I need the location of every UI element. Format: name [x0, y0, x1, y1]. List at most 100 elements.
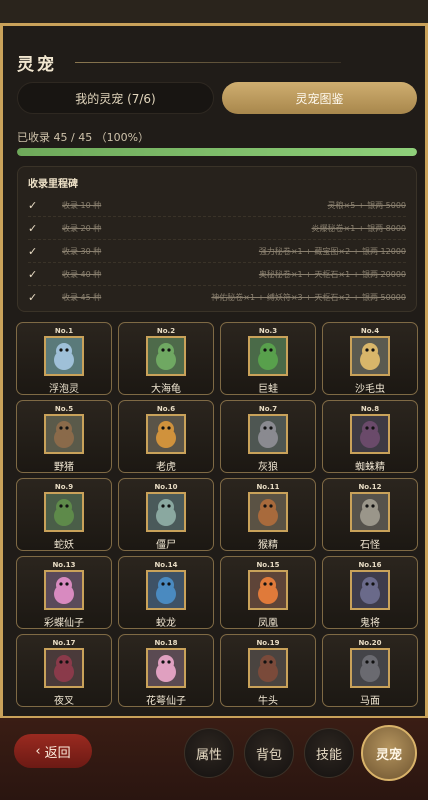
top-border	[0, 0, 428, 26]
pet-card[interactable]: No.12 石怪	[322, 478, 418, 551]
pet-portrait	[248, 648, 288, 688]
milestone-reward: 炎爆秘卷×1 + 银两 8000	[311, 223, 406, 233]
pet-sprite-icon	[54, 577, 74, 604]
page-title: 灵宠	[17, 54, 57, 75]
pet-name: 猴精	[258, 540, 278, 551]
nav-pets-button[interactable]: 灵宠	[361, 725, 417, 781]
pet-portrait	[44, 570, 84, 610]
nav-skills-button[interactable]: 技能	[304, 728, 354, 778]
collection-progress-bar	[17, 148, 417, 156]
milestone-reward: 强力秘卷×1 + 藏宝图×2 + 银两 12000	[258, 246, 406, 256]
pet-codex-grid: No.1 浮泡灵 No.2 大海龟 No.3 巨蛙 No.4 沙毛虫 No.5 野猪 No.6 老虎 N…	[16, 322, 418, 707]
pet-name: 蜘蛛精	[355, 462, 385, 473]
pet-card[interactable]: No.11 猴精	[220, 478, 316, 551]
pet-sprite-icon	[54, 499, 74, 526]
bottom-nav-bar: ‹ 返回 属性 背包 技能 灵宠	[0, 716, 428, 800]
milestone-reward: 灵粮×5 + 银两 5000	[327, 200, 406, 210]
pet-portrait	[44, 648, 84, 688]
pet-sprite-icon	[360, 655, 380, 682]
pet-sprite-icon	[156, 421, 176, 448]
pet-portrait	[350, 414, 390, 454]
pet-portrait	[146, 492, 186, 532]
chevron-left-icon: ‹	[35, 743, 41, 759]
pet-card[interactable]: No.2 大海龟	[118, 322, 214, 395]
pet-name: 花萼仙子	[146, 696, 186, 707]
pet-number: No.9	[54, 483, 74, 491]
pet-sprite-icon	[258, 421, 278, 448]
pet-card[interactable]: No.18 花萼仙子	[118, 634, 214, 707]
pet-name: 蛇妖	[54, 540, 74, 551]
milestone-requirement: 收录 30 种	[62, 246, 102, 256]
milestones-title: 收录里程碑	[28, 179, 78, 190]
milestone-requirement: 收录 40 种	[62, 269, 102, 279]
pet-card[interactable]: No.13 彩蝶仙子	[16, 556, 112, 629]
milestone-row: ✓ 收录 20 种 炎爆秘卷×1 + 银两 8000	[28, 217, 406, 240]
pet-sprite-icon	[156, 499, 176, 526]
pet-number: No.7	[258, 405, 278, 413]
pet-card[interactable]: No.3 巨蛙	[220, 322, 316, 395]
pet-name: 巨蛙	[258, 384, 278, 395]
pet-name: 彩蝶仙子	[44, 618, 84, 629]
pet-panel: 灵宠 我的灵宠 (7/6) 灵宠图鉴 已收录 45 / 45 （100%） 收录…	[0, 26, 428, 716]
pet-portrait	[350, 570, 390, 610]
milestone-requirement: 收录 20 种	[62, 223, 102, 233]
pet-card[interactable]: No.16 鬼将	[322, 556, 418, 629]
pet-sprite-icon	[156, 577, 176, 604]
pet-portrait	[44, 336, 84, 376]
pet-number: No.5	[54, 405, 74, 413]
pet-sprite-icon	[156, 343, 176, 370]
pet-card[interactable]: No.7 灰狼	[220, 400, 316, 473]
pet-number: No.14	[154, 561, 178, 569]
pet-sprite-icon	[360, 343, 380, 370]
pet-name: 马面	[360, 696, 380, 707]
pet-name: 僵尸	[156, 540, 176, 551]
pet-card[interactable]: No.4 沙毛虫	[322, 322, 418, 395]
pet-card[interactable]: No.6 老虎	[118, 400, 214, 473]
pet-card[interactable]: No.19 牛头	[220, 634, 316, 707]
pet-card[interactable]: No.20 马面	[322, 634, 418, 707]
pet-number: No.20	[358, 639, 382, 647]
pet-portrait	[146, 414, 186, 454]
pet-portrait	[248, 492, 288, 532]
milestone-reward: 奥秘秘卷×1 + 天枢石×1 + 银两 20000	[258, 269, 406, 279]
pet-name: 老虎	[156, 462, 176, 473]
pet-name: 鬼将	[360, 618, 380, 629]
pet-sprite-icon	[258, 343, 278, 370]
pet-sprite-icon	[54, 421, 74, 448]
pet-portrait	[248, 414, 288, 454]
collection-progress-fill	[17, 148, 417, 156]
pet-card[interactable]: No.9 蛇妖	[16, 478, 112, 551]
pet-portrait	[350, 492, 390, 532]
pet-card[interactable]: No.10 僵尸	[118, 478, 214, 551]
milestone-row: ✓ 收录 30 种 强力秘卷×1 + 藏宝图×2 + 银两 12000	[28, 240, 406, 263]
pet-portrait	[350, 336, 390, 376]
pet-sprite-icon	[54, 655, 74, 682]
pet-name: 凤凰	[258, 618, 278, 629]
back-button[interactable]: ‹ 返回	[14, 734, 92, 768]
pet-name: 沙毛虫	[355, 384, 385, 395]
nav-attributes-button[interactable]: 属性	[184, 728, 234, 778]
pet-card[interactable]: No.8 蜘蛛精	[322, 400, 418, 473]
pet-card[interactable]: No.1 浮泡灵	[16, 322, 112, 395]
check-icon: ✓	[28, 290, 38, 304]
pet-sprite-icon	[54, 343, 74, 370]
milestone-row: ✓ 收录 40 种 奥秘秘卷×1 + 天枢石×1 + 银两 20000	[28, 263, 406, 286]
pet-card[interactable]: No.5 野猪	[16, 400, 112, 473]
pet-name: 灰狼	[258, 462, 278, 473]
collection-progress-label: 已收录 45 / 45 （100%）	[17, 131, 150, 144]
pet-name: 夜叉	[54, 696, 74, 707]
pet-card[interactable]: No.15 凤凰	[220, 556, 316, 629]
title-divider	[75, 61, 341, 63]
pet-sprite-icon	[360, 499, 380, 526]
pet-portrait	[44, 414, 84, 454]
check-icon: ✓	[28, 198, 38, 212]
tab-pet-codex[interactable]: 灵宠图鉴	[222, 82, 417, 114]
nav-bag-button[interactable]: 背包	[244, 728, 294, 778]
pet-card[interactable]: No.17 夜叉	[16, 634, 112, 707]
pet-portrait	[44, 492, 84, 532]
pet-sprite-icon	[258, 577, 278, 604]
pet-number: No.13	[52, 561, 76, 569]
pet-card[interactable]: No.14 蛟龙	[118, 556, 214, 629]
pet-number: No.19	[256, 639, 280, 647]
tab-my-pets[interactable]: 我的灵宠 (7/6)	[17, 82, 214, 114]
